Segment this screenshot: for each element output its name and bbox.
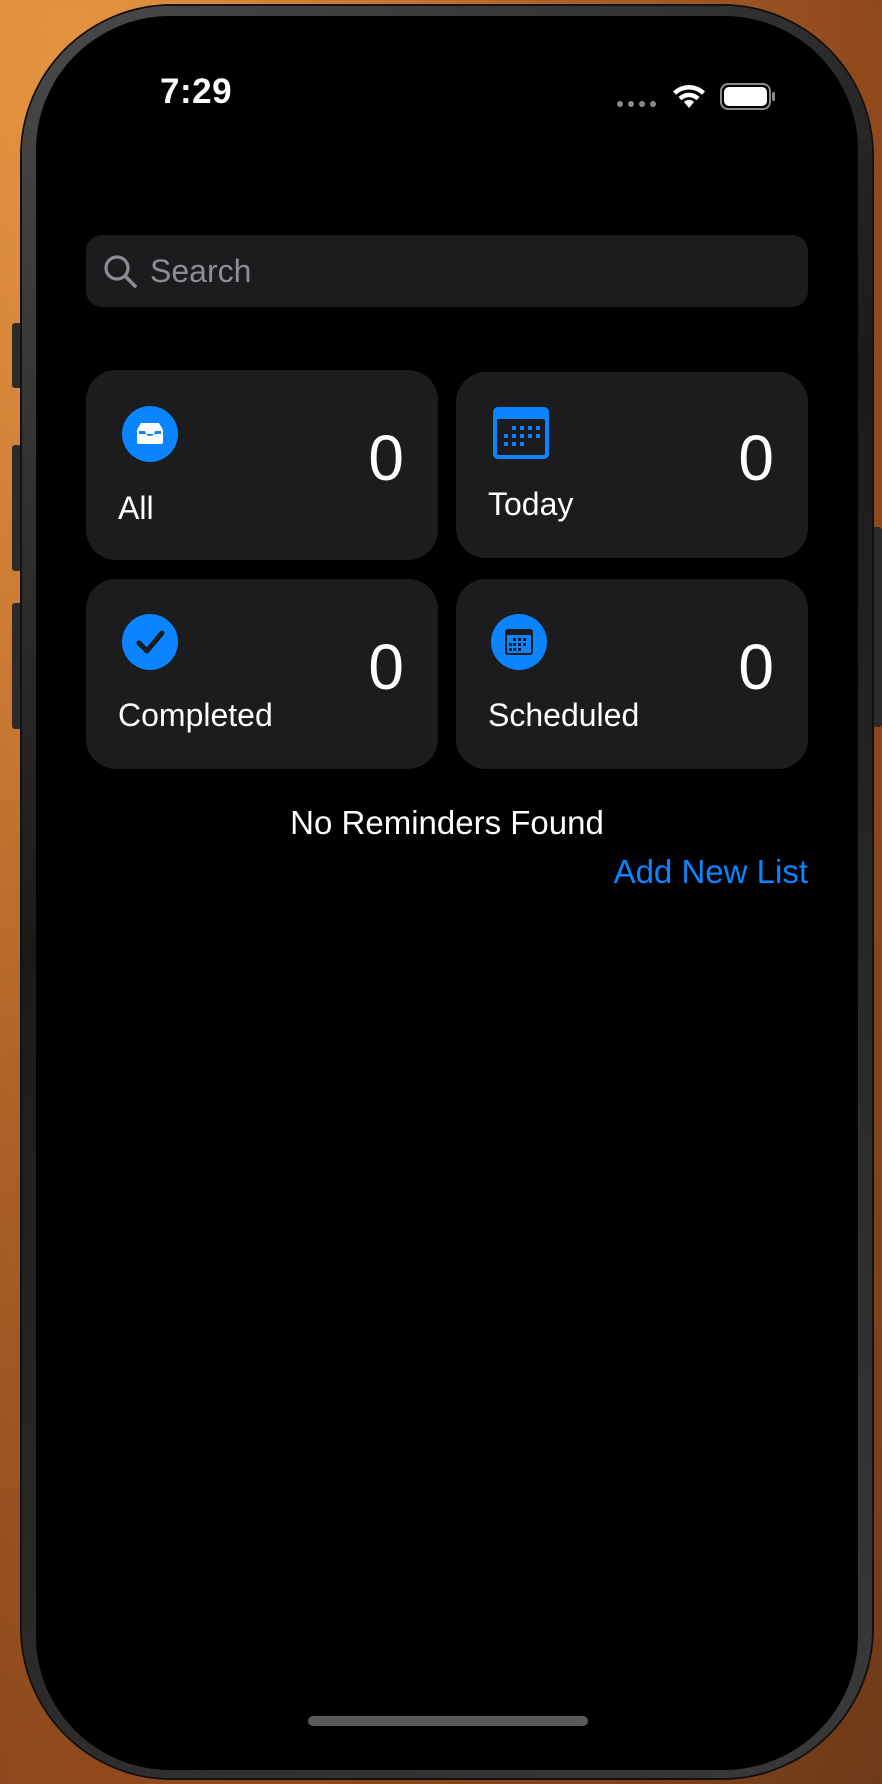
empty-state-message: No Reminders Found xyxy=(290,804,604,841)
add-new-list-button[interactable]: Add New List xyxy=(614,853,808,891)
tile-count: 0 xyxy=(738,422,774,494)
search-input[interactable] xyxy=(150,252,750,290)
tile-completed[interactable]: Completed 0 xyxy=(86,579,438,769)
action-button xyxy=(12,323,22,388)
tile-label: All xyxy=(118,490,154,526)
tray-icon xyxy=(122,406,178,462)
home-indicator[interactable] xyxy=(308,1716,588,1726)
power-button xyxy=(872,527,882,727)
tile-all[interactable]: All 0 xyxy=(86,370,438,560)
checkmark-icon xyxy=(122,614,178,670)
tile-label: Scheduled xyxy=(488,697,640,733)
tile-label: Today xyxy=(488,486,574,522)
calendar-icon xyxy=(493,407,549,459)
tile-label: Completed xyxy=(118,697,273,733)
volume-down-button xyxy=(12,603,22,729)
search-bar[interactable] xyxy=(86,235,808,307)
search-icon xyxy=(104,255,137,288)
wifi-icon xyxy=(673,85,705,108)
tile-today[interactable]: Today 0 xyxy=(456,372,808,558)
tile-count: 0 xyxy=(738,631,774,703)
status-time: 7:29 xyxy=(160,72,233,111)
battery-icon xyxy=(720,83,775,110)
tile-scheduled[interactable]: Scheduled 0 xyxy=(456,579,808,769)
calendar-badge-icon xyxy=(491,614,547,670)
signal-dots-icon xyxy=(617,101,656,107)
tile-count: 0 xyxy=(368,422,404,494)
tile-count: 0 xyxy=(368,631,404,703)
volume-up-button xyxy=(12,445,22,571)
